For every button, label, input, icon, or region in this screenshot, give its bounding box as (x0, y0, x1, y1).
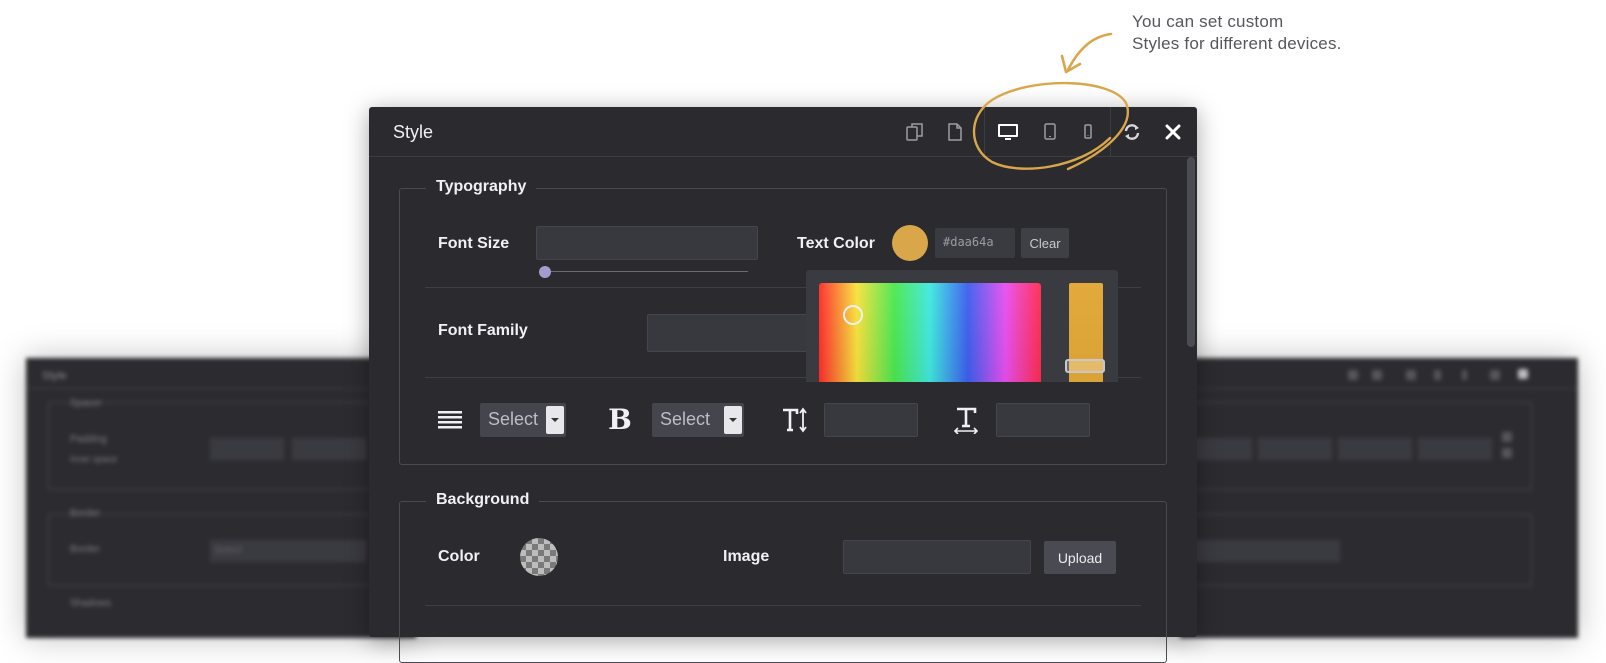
bg-divider (26, 388, 416, 389)
bg-link-icon (1502, 432, 1512, 442)
text-color-swatch[interactable] (892, 225, 928, 261)
annotation-line-1: You can set custom (1132, 12, 1284, 31)
color-slider-handle[interactable] (1065, 359, 1105, 373)
background-style-panel-left: Style Spacer Padding Inner space Border … (26, 358, 416, 638)
bg-close-icon (1518, 369, 1528, 379)
bg-mobile-icon (1462, 370, 1467, 380)
bg-padding-field (1418, 438, 1492, 460)
bg-unlink-icon (1502, 448, 1512, 458)
image-label: Image (723, 548, 770, 565)
letter-spacing-input[interactable] (996, 403, 1090, 437)
line-height-icon (780, 405, 810, 435)
color-slider-bar[interactable] (1065, 283, 1105, 382)
font-weight-select[interactable]: Select (652, 403, 744, 437)
mobile-icon[interactable] (1077, 121, 1099, 143)
bg-color-label: Color (438, 548, 480, 565)
bg-padding-field (1258, 438, 1332, 460)
bg-refresh-icon (1490, 370, 1500, 380)
device-styles-annotation: You can set custom Styles for different … (1132, 11, 1342, 55)
bg-paste-icon (1372, 370, 1382, 380)
copy-icon[interactable] (904, 121, 926, 143)
text-color-hex-input[interactable]: #daa64a (935, 228, 1015, 258)
dialog-scrollbar[interactable] (1187, 157, 1195, 347)
typography-legend: Typography (426, 178, 537, 196)
bg-desktop-icon (1406, 370, 1416, 380)
bg-padding-field (210, 438, 284, 460)
text-align-select[interactable]: Select (480, 403, 566, 437)
font-size-label: Font Size (438, 235, 510, 252)
dialog-title: Style (393, 122, 434, 142)
letter-spacing-icon (952, 405, 980, 435)
chevron-down-icon (724, 406, 742, 434)
color-picker-popup (806, 270, 1118, 382)
bg-padding-label: Padding (70, 434, 107, 445)
font-size-input[interactable] (536, 226, 758, 260)
header-separator (1110, 107, 1111, 156)
text-color-label: Text Color (797, 235, 875, 252)
style-dialog: Style Typography Font Size Text Color #d… (369, 107, 1197, 663)
background-divider (425, 605, 1141, 606)
bg-copy-icon (1348, 370, 1358, 380)
font-size-slider-handle[interactable] (539, 266, 551, 278)
color-spectrum[interactable] (819, 283, 1041, 382)
text-align-select-value: Select (488, 409, 539, 429)
bg-section-border: Border (70, 508, 101, 519)
font-weight-select-value: Select (660, 409, 711, 429)
refresh-icon[interactable] (1121, 121, 1143, 143)
bg-divider (1180, 388, 1578, 389)
desktop-icon[interactable] (997, 121, 1019, 143)
clear-color-button[interactable]: Clear (1021, 228, 1069, 258)
background-style-panel-right (1170, 358, 1578, 638)
tablet-icon[interactable] (1039, 121, 1061, 143)
bg-section-shadows: Shadows (70, 598, 112, 609)
bg-panel-title: Style (42, 370, 67, 382)
paste-icon[interactable] (944, 121, 966, 143)
header-separator (984, 107, 985, 156)
dialog-header: Style (369, 107, 1197, 157)
line-height-input[interactable] (824, 403, 918, 437)
close-icon[interactable] (1162, 121, 1184, 143)
bg-tablet-icon (1434, 370, 1441, 380)
background-section: Background Color Image Upload (399, 491, 1167, 663)
color-spectrum-handle[interactable] (843, 305, 863, 325)
font-size-slider-track[interactable] (542, 271, 748, 272)
background-legend: Background (426, 491, 540, 509)
bold-icon: B (608, 402, 632, 436)
bg-padding-field (1190, 438, 1252, 460)
image-url-input[interactable] (843, 540, 1031, 574)
annotation-line-2: Styles for different devices. (1132, 34, 1342, 53)
bg-border-select: Select (210, 540, 366, 562)
text-align-icon (438, 408, 462, 432)
bg-border-select (1190, 540, 1340, 562)
chevron-down-icon (546, 406, 564, 434)
upload-button[interactable]: Upload (1044, 541, 1116, 574)
font-family-label: Font Family (438, 322, 528, 339)
font-family-input[interactable] (647, 314, 817, 352)
transparent-color-swatch[interactable] (520, 538, 558, 576)
bg-border-label: Border (70, 544, 101, 555)
bg-padding-field (292, 438, 366, 460)
bg-padding-field (1338, 438, 1412, 460)
bg-section-spacer: Spacer (70, 398, 102, 409)
bg-padding-sub: Inner space (70, 454, 118, 464)
